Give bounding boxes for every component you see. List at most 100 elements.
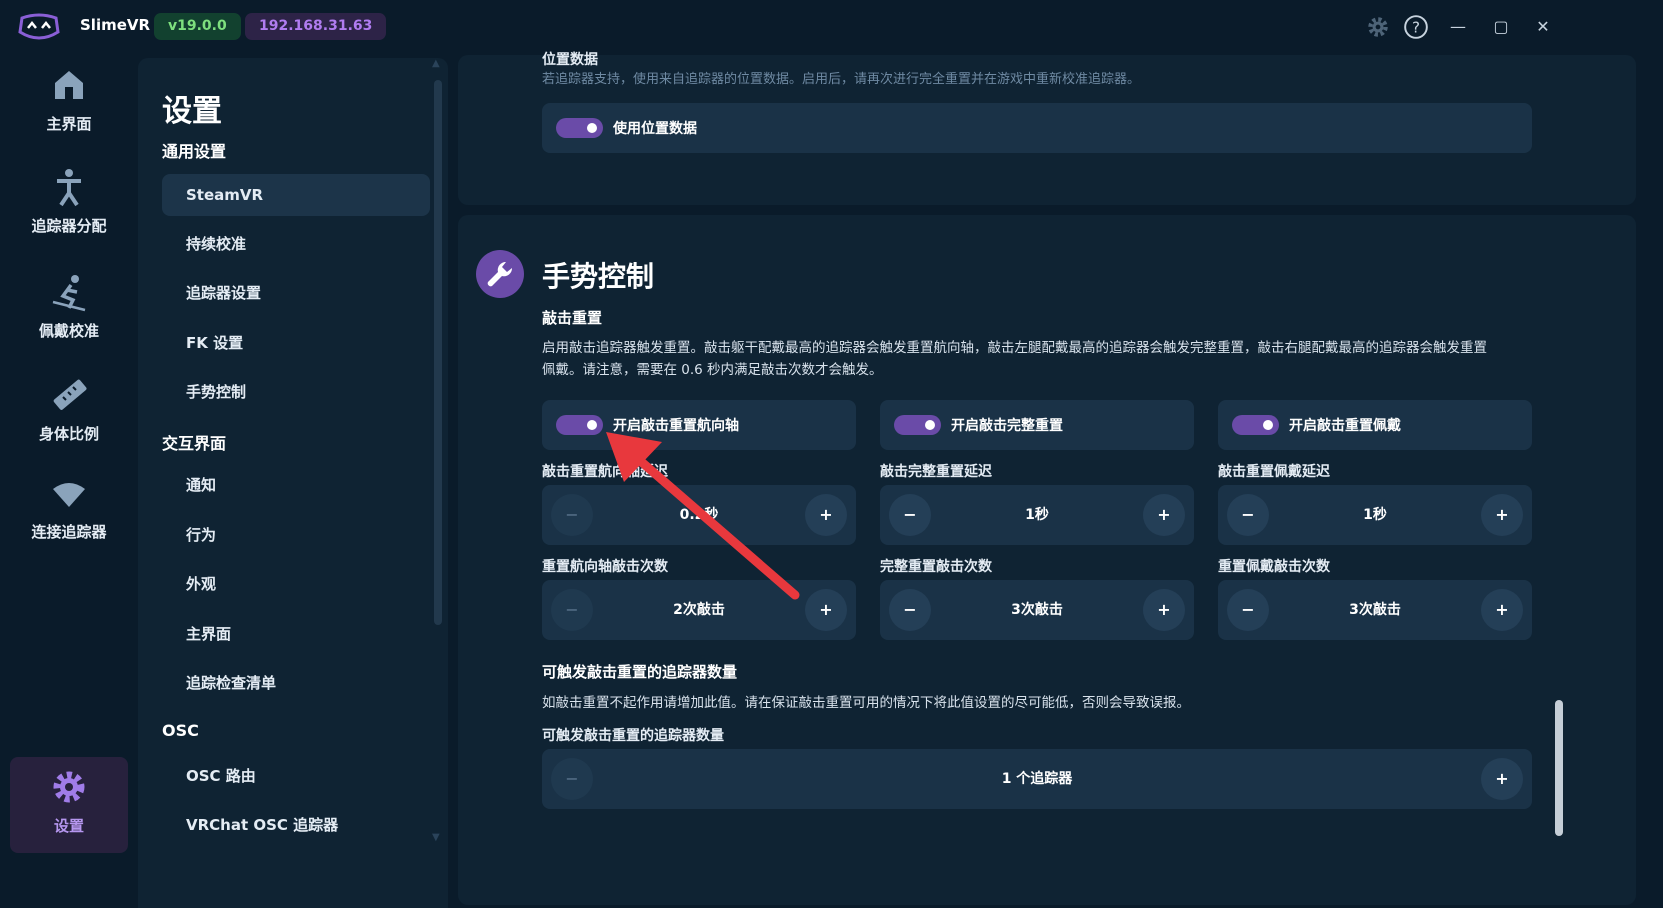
nav-connect-trackers[interactable]: 连接追踪器 — [10, 463, 128, 553]
tap-mounting-reset-toggle[interactable] — [1232, 415, 1279, 435]
tap-yaw-reset-toggle[interactable] — [556, 415, 603, 435]
person-icon — [57, 169, 81, 207]
gesture-title: 手势控制 — [542, 260, 655, 293]
tracker-count-title: 可触发敲击重置的追踪器数量 — [542, 663, 738, 681]
tracker-count-label: 可触发敲击重置的追踪器数量 — [542, 728, 724, 744]
full-taps-stepper: 3次敲击 − + — [880, 580, 1194, 640]
sidebar-item-home[interactable]: 主界面 — [162, 613, 430, 655]
sidebar-item-steamvr[interactable]: SteamVR — [162, 174, 430, 216]
settings-sidebar: 设置 通用设置 SteamVR 持续校准 追踪器设置 FK 设置 手势控制 交互… — [138, 58, 448, 908]
position-data-toggle-label: 使用位置数据 — [613, 121, 697, 137]
maximize-button[interactable]: ▢ — [1489, 15, 1513, 39]
yaw-taps-label: 重置航向轴敲击次数 — [542, 559, 668, 575]
yaw-taps-increase-button[interactable]: + — [805, 589, 847, 631]
sidebar-title: 设置 — [162, 94, 222, 129]
tracker-count-desc: 如敲击重置不起作用请增加此值。请在保证敲击重置可用的情况下将此值设置的尽可能低，… — [542, 695, 1190, 711]
tap-full-reset-toggle[interactable] — [894, 415, 941, 435]
content-scrollbar[interactable] — [1555, 700, 1563, 836]
yaw-delay-stepper: 0.2秒 − + — [542, 485, 856, 545]
sidebar-item-checklist[interactable]: 追踪检查清单 — [162, 662, 430, 704]
mounting-delay-decrease-button[interactable]: − — [1227, 494, 1269, 536]
nav-label: 佩戴校准 — [38, 322, 99, 340]
close-button[interactable]: ✕ — [1531, 15, 1555, 39]
minimize-button[interactable]: — — [1446, 15, 1470, 39]
mounting-delay-label: 敲击重置佩戴延迟 — [1218, 464, 1330, 480]
sidebar-item-vrchat-osc[interactable]: VRChat OSC 追踪器 — [162, 804, 430, 846]
nav-label: 主界面 — [46, 115, 92, 133]
tracker-count-value: 1 个追踪器 — [1001, 771, 1073, 787]
tap-reset-desc-line-1: 启用敲击追踪器触发重置。敲击躯干配戴最高的追踪器会触发重置航向轴，敲击左腿配戴最… — [542, 340, 1487, 356]
full-delay-increase-button[interactable]: + — [1143, 494, 1185, 536]
nav-label: 追踪器分配 — [31, 217, 107, 235]
settings-content: 位置数据 若追踪器支持，使用来自追踪器的位置数据。启用后，请再次进行完全重置并在… — [458, 52, 1663, 908]
full-taps-label: 完整重置敲击次数 — [880, 559, 992, 575]
tracker-count-decrease-button[interactable]: − — [551, 758, 593, 800]
sidebar-item-drift-compensation[interactable]: 持续校准 — [162, 223, 430, 265]
position-data-row: 使用位置数据 — [542, 103, 1532, 153]
sidebar-scroll-down-icon[interactable]: ▼ — [432, 832, 440, 843]
ip-badge: 192.168.31.63 — [245, 13, 387, 40]
slimevr-logo-icon — [18, 13, 60, 40]
nav-body-proportions[interactable]: 身体比例 — [10, 365, 128, 455]
full-delay-stepper: 1秒 − + — [880, 485, 1194, 545]
gesture-control-card: 手势控制 敲击重置 启用敲击追踪器触发重置。敲击躯干配戴最高的追踪器会触发重置航… — [458, 215, 1636, 905]
sidebar-item-osc-router[interactable]: OSC 路由 — [162, 755, 430, 797]
position-data-card: 位置数据 若追踪器支持，使用来自追踪器的位置数据。启用后，请再次进行完全重置并在… — [458, 52, 1636, 205]
sidebar-item-behavior[interactable]: 行为 — [162, 514, 430, 556]
wifi-icon — [53, 483, 85, 507]
help-icon[interactable]: ? — [1403, 14, 1429, 40]
nav-mounting-calibration[interactable]: 佩戴校准 — [10, 262, 128, 352]
tap-full-reset-row: 开启敲击完整重置 — [880, 400, 1194, 450]
full-taps-increase-button[interactable]: + — [1143, 589, 1185, 631]
section-osc: OSC — [162, 721, 199, 740]
title-bar: SlimeVR v19.0.0 192.168.31.63 ? — ▢ ✕ — [0, 0, 1663, 55]
version-badge: v19.0.0 — [154, 13, 241, 40]
mounting-taps-stepper: 3次敲击 − + — [1218, 580, 1532, 640]
position-data-toggle[interactable] — [556, 118, 603, 138]
wrench-icon — [476, 250, 524, 298]
nav-label: 设置 — [53, 817, 84, 835]
mounting-delay-increase-button[interactable]: + — [1481, 494, 1523, 536]
tap-reset-desc-line-2: 佩戴。请注意，需要在 0.6 秒内满足敲击次数才会触发。 — [542, 362, 883, 378]
tap-yaw-reset-row: 开启敲击重置航向轴 — [542, 400, 856, 450]
tap-yaw-reset-label: 开启敲击重置航向轴 — [613, 418, 739, 434]
yaw-taps-stepper: 2次敲击 − + — [542, 580, 856, 640]
nav-settings[interactable]: 设置 — [10, 757, 128, 853]
sidebar-item-notifications[interactable]: 通知 — [162, 464, 430, 506]
sidebar-item-fk-settings[interactable]: FK 设置 — [162, 322, 430, 364]
mounting-taps-decrease-button[interactable]: − — [1227, 589, 1269, 631]
position-data-title: 位置数据 — [542, 52, 598, 68]
nav-tracker-assignment[interactable]: 追踪器分配 — [10, 157, 128, 247]
position-data-desc: 若追踪器支持，使用来自追踪器的位置数据。启用后，请再次进行完全重置并在游戏中重新… — [542, 72, 1141, 87]
yaw-taps-decrease-button[interactable]: − — [551, 589, 593, 631]
home-icon — [55, 71, 83, 99]
skier-icon — [52, 275, 86, 312]
nav-home[interactable]: 主界面 — [10, 55, 128, 145]
tap-mounting-reset-label: 开启敲击重置佩戴 — [1289, 418, 1401, 434]
sidebar-scroll-up-icon[interactable]: ▲ — [432, 58, 440, 69]
section-interface: 交互界面 — [162, 434, 227, 453]
yaw-delay-label: 敲击重置航向轴延迟 — [542, 464, 668, 480]
tracker-count-stepper: 1 个追踪器 − + — [542, 749, 1532, 809]
yaw-delay-increase-button[interactable]: + — [805, 494, 847, 536]
full-taps-decrease-button[interactable]: − — [889, 589, 931, 631]
sidebar-scrollbar[interactable] — [434, 80, 442, 625]
tap-reset-title: 敲击重置 — [542, 309, 603, 327]
mounting-delay-stepper: 1秒 − + — [1218, 485, 1532, 545]
mounting-taps-increase-button[interactable]: + — [1481, 589, 1523, 631]
mounting-taps-label: 重置佩戴敲击次数 — [1218, 559, 1330, 575]
full-delay-decrease-button[interactable]: − — [889, 494, 931, 536]
sidebar-item-appearance[interactable]: 外观 — [162, 563, 430, 605]
tap-full-reset-label: 开启敲击完整重置 — [951, 418, 1063, 434]
app-name: SlimeVR — [80, 16, 151, 34]
tap-reset-desc: 启用敲击追踪器触发重置。敲击躯干配戴最高的追踪器会触发重置航向轴，敲击左腿配戴最… — [542, 337, 1542, 381]
sidebar-item-gesture-control[interactable]: 手势控制 — [162, 371, 430, 413]
sidebar-item-tracker-settings[interactable]: 追踪器设置 — [162, 272, 430, 314]
nav-label: 连接追踪器 — [31, 523, 107, 541]
yaw-delay-decrease-button[interactable]: − — [551, 494, 593, 536]
main-nav: 主界面 追踪器分配 佩戴校准 身体比例 连接追踪器 设置 — [0, 55, 136, 908]
tracker-count-increase-button[interactable]: + — [1481, 758, 1523, 800]
settings-gear-icon[interactable] — [1365, 14, 1391, 40]
nav-label: 身体比例 — [38, 425, 99, 443]
gear-icon — [53, 771, 85, 803]
